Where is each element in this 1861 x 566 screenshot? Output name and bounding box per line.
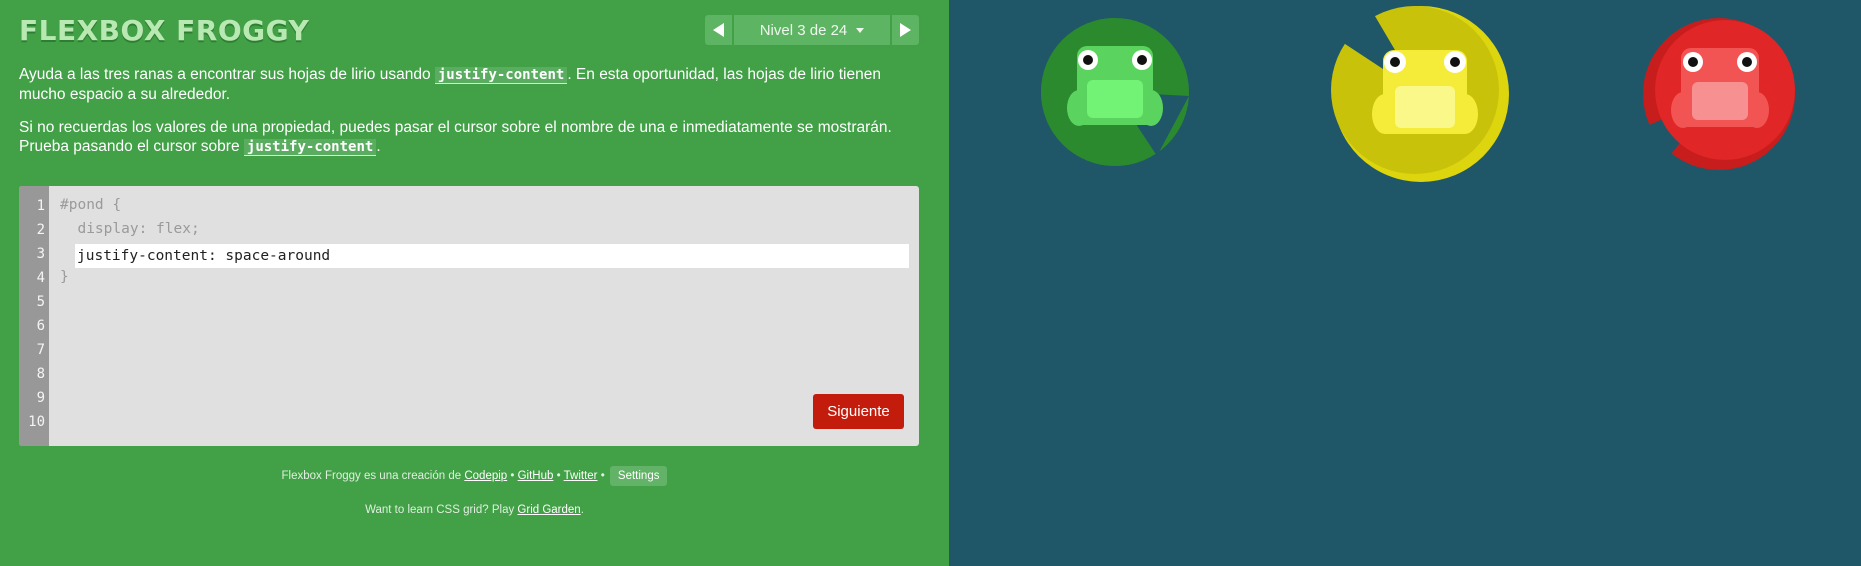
instructions-paragraph-1: Ayuda a las tres ranas a encontrar sus h…	[19, 65, 919, 104]
yellow-frog	[1372, 50, 1478, 134]
instructions: Ayuda a las tres ranas a encontrar sus h…	[19, 65, 919, 171]
twitter-link[interactable]: Twitter	[564, 470, 598, 482]
code-line-1: #pond {	[60, 197, 122, 213]
line-number-gutter: 1 2 3 4 5 6 7 8 9 10	[19, 186, 49, 446]
github-link[interactable]: GitHub	[518, 470, 554, 482]
level-navigation: Nivel 3 de 24	[705, 15, 919, 45]
triangle-right-icon	[900, 23, 911, 37]
next-level-button[interactable]	[892, 15, 919, 45]
level-indicator-dropdown[interactable]: Nivel 3 de 24	[734, 15, 890, 45]
yellow-lilypad	[1331, 6, 1509, 182]
app-logo: FLEXBOX FROGGY	[19, 14, 310, 47]
next-button[interactable]: Siguiente	[813, 394, 904, 429]
property-chip[interactable]: justify-content	[243, 139, 377, 156]
code-line-2: display: flex;	[60, 221, 200, 237]
css-code-input[interactable]	[75, 244, 909, 268]
instructions-text: Si no recuerdas los valores de una propi…	[19, 119, 892, 155]
codepip-link[interactable]: Codepip	[464, 470, 507, 482]
line-number: 8	[36, 366, 45, 382]
instructions-text: .	[376, 138, 381, 155]
chevron-down-icon	[856, 27, 865, 33]
grid-garden-link[interactable]: Grid Garden	[517, 504, 580, 516]
line-number: 3	[36, 246, 45, 262]
footer-credits: Flexbox Froggy es una creación de Codepi…	[0, 466, 949, 486]
code-line-4: }	[60, 269, 69, 285]
green-lilypad	[1041, 18, 1189, 166]
footer-text: .	[580, 504, 584, 516]
line-number: 2	[36, 222, 45, 238]
footer-grid-garden: Want to learn CSS grid? Play Grid Garden…	[0, 504, 949, 516]
pond	[949, 0, 1861, 566]
footer-text: Flexbox Froggy es una creación de	[281, 470, 465, 482]
css-editor: 1 2 3 4 5 6 7 8 9 10 #pond { display: fl…	[19, 186, 919, 446]
green-frog	[1067, 46, 1163, 126]
footer-separator: •	[507, 470, 518, 482]
property-chip[interactable]: justify-content	[434, 67, 568, 84]
sidebar: FLEXBOX FROGGY Nivel 3 de 24 Ayuda a las…	[0, 0, 949, 566]
triangle-left-icon	[713, 23, 724, 37]
footer-separator: •	[597, 470, 608, 482]
line-number: 1	[36, 198, 45, 214]
previous-level-button[interactable]	[705, 15, 732, 45]
footer-text: Want to learn CSS grid? Play	[365, 504, 518, 516]
line-number: 10	[28, 414, 45, 430]
footer-separator: •	[553, 470, 564, 482]
settings-button[interactable]: Settings	[609, 466, 668, 486]
line-number: 6	[36, 318, 45, 334]
line-number: 7	[36, 342, 45, 358]
red-lilypad	[1643, 18, 1795, 170]
instructions-paragraph-2: Si no recuerdas los valores de una propi…	[19, 118, 919, 157]
red-frog	[1671, 48, 1769, 128]
line-number: 5	[36, 294, 45, 310]
instructions-text: Ayuda a las tres ranas a encontrar sus h…	[19, 66, 435, 83]
line-number: 9	[36, 390, 45, 406]
level-label: Nivel 3 de 24	[759, 21, 848, 39]
line-number: 4	[36, 270, 45, 286]
